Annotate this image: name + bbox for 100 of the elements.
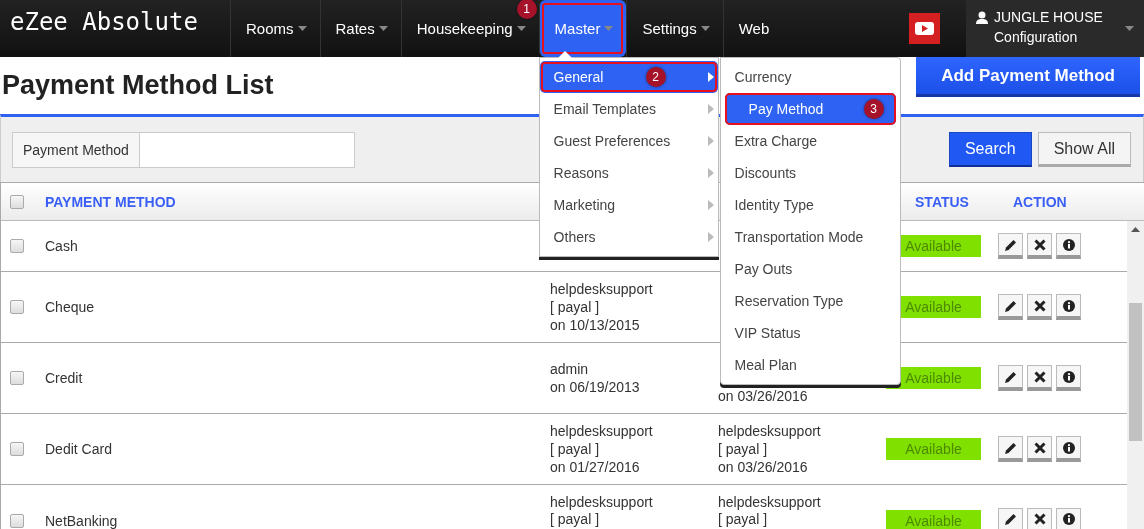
info-icon bbox=[1062, 370, 1075, 383]
info-icon bbox=[1062, 238, 1075, 251]
audit-text: helpdesksupport bbox=[718, 494, 821, 511]
audit-text: on 01/27/2016 bbox=[550, 458, 640, 476]
column-header: PAYMENT METHOD bbox=[45, 193, 177, 210]
pencil-icon bbox=[1004, 441, 1017, 454]
row-checkbox[interactable] bbox=[10, 239, 24, 253]
menu-item[interactable]: Extra Charge bbox=[720, 125, 900, 157]
caret-icon bbox=[1125, 26, 1134, 31]
audit-text: [ payal ] bbox=[550, 440, 600, 458]
audit-text: helpdesksupport bbox=[550, 494, 653, 511]
select-all-checkbox[interactable] bbox=[10, 194, 24, 209]
row-checkbox[interactable] bbox=[10, 513, 24, 528]
user-icon bbox=[976, 11, 988, 24]
audit-text: on 06/19/2013 bbox=[550, 378, 640, 396]
info-button[interactable] bbox=[1056, 294, 1081, 320]
nav-menu-item[interactable]: Rates bbox=[319, 0, 401, 57]
close-icon bbox=[1033, 370, 1046, 383]
audit-text: on 10/13/2015 bbox=[550, 316, 640, 334]
step-number-badge: 2 bbox=[645, 67, 666, 87]
menu-item[interactable]: Identity Type bbox=[720, 189, 900, 221]
menu-item[interactable]: General 2 bbox=[539, 61, 718, 93]
delete-button[interactable] bbox=[1027, 233, 1052, 259]
edit-button[interactable] bbox=[998, 436, 1023, 462]
row-checkbox[interactable] bbox=[10, 371, 24, 385]
submenu-arrow-icon bbox=[707, 168, 714, 178]
info-icon bbox=[1062, 441, 1075, 454]
column-header: STATUS bbox=[915, 193, 969, 210]
info-button[interactable] bbox=[1056, 436, 1081, 462]
scroll-up-arrow-icon[interactable] bbox=[1131, 227, 1140, 232]
menu-item[interactable]: VIP Status bbox=[720, 317, 900, 349]
audit-text: [ payal ] bbox=[550, 511, 600, 528]
edit-button[interactable] bbox=[998, 365, 1023, 391]
nav-menu-item[interactable]: Rooms bbox=[230, 0, 320, 57]
pencil-icon bbox=[1004, 299, 1017, 312]
pencil-icon bbox=[1004, 370, 1017, 383]
add-payment-method-button[interactable]: Add Payment Method bbox=[916, 57, 1140, 97]
payment-method-name: NetBanking bbox=[45, 512, 118, 529]
column-header: ACTION bbox=[1012, 193, 1068, 210]
info-icon bbox=[1062, 513, 1075, 525]
user-menu[interactable]: JUNGLE HOUSE Configuration bbox=[966, 0, 1144, 57]
audit-text: on 03/26/2016 bbox=[718, 387, 808, 405]
edit-button[interactable] bbox=[998, 507, 1023, 529]
hotel-name: JUNGLE HOUSE bbox=[994, 9, 1103, 25]
info-icon bbox=[1062, 299, 1075, 312]
close-icon bbox=[1033, 441, 1046, 454]
close-icon bbox=[1033, 513, 1046, 525]
menu-item[interactable]: Marketing bbox=[539, 189, 718, 221]
brand-logo: eZee Absolute bbox=[9, 7, 199, 38]
info-button[interactable] bbox=[1056, 507, 1081, 529]
info-button[interactable] bbox=[1056, 365, 1081, 391]
delete-button[interactable] bbox=[1027, 507, 1052, 529]
status-badge: Available bbox=[886, 438, 981, 460]
menu-item[interactable]: Others bbox=[539, 221, 718, 253]
user-role: Configuration bbox=[994, 29, 1079, 45]
audit-text: [ payal ] bbox=[718, 511, 768, 528]
step-number-badge: 1 bbox=[516, 0, 537, 19]
edit-button[interactable] bbox=[998, 294, 1023, 320]
nav-menu-item[interactable]: Web bbox=[722, 0, 783, 57]
submenu-arrow-icon bbox=[707, 200, 714, 210]
show-all-button[interactable]: Show All bbox=[1037, 132, 1131, 167]
menu-item[interactable]: Email Templates bbox=[539, 93, 718, 125]
nav-menu-item[interactable]: Settings bbox=[626, 0, 723, 57]
search-button[interactable]: Search bbox=[948, 132, 1032, 167]
step-number-badge: 3 bbox=[863, 99, 884, 119]
audit-text: helpdesksupport bbox=[550, 422, 653, 440]
menu-item[interactable]: Discounts bbox=[720, 157, 900, 189]
audit-text: [ payal ] bbox=[550, 298, 600, 316]
payment-method-field[interactable]: Payment Method bbox=[12, 131, 355, 168]
menu-item[interactable]: Currency bbox=[720, 61, 900, 93]
submenu-arrow-icon bbox=[707, 232, 714, 242]
pencil-icon bbox=[1004, 238, 1017, 251]
close-icon bbox=[1033, 299, 1046, 312]
page-title: Payment Method List bbox=[2, 70, 274, 101]
payment-method-name: Cheque bbox=[45, 299, 95, 315]
payment-method-name: Cash bbox=[45, 238, 78, 254]
payment-method-name: Credit bbox=[45, 370, 83, 386]
row-checkbox[interactable] bbox=[10, 442, 24, 456]
edit-button[interactable] bbox=[998, 233, 1023, 259]
delete-button[interactable] bbox=[1027, 294, 1052, 320]
payment-method-name: Dedit Card bbox=[45, 441, 112, 457]
submenu-arrow-icon bbox=[707, 104, 714, 114]
status-badge: Available bbox=[886, 509, 981, 529]
audit-text: on 03/26/2016 bbox=[718, 458, 808, 476]
video-play-icon[interactable] bbox=[909, 13, 940, 44]
menu-item[interactable]: Pay Method 3 bbox=[724, 93, 896, 125]
audit-text: helpdesksupport bbox=[550, 280, 653, 298]
scrollbar[interactable] bbox=[1127, 221, 1144, 529]
submenu-arrow-icon bbox=[707, 136, 714, 146]
pencil-icon bbox=[1004, 513, 1017, 525]
audit-text: helpdesksupport bbox=[718, 422, 821, 440]
delete-button[interactable] bbox=[1027, 436, 1052, 462]
delete-button[interactable] bbox=[1027, 365, 1052, 391]
audit-text: admin bbox=[550, 360, 589, 378]
row-checkbox[interactable] bbox=[10, 300, 24, 314]
info-button[interactable] bbox=[1056, 233, 1081, 259]
menu-item[interactable]: Guest Preferences bbox=[539, 125, 718, 157]
menu-item[interactable]: Reasons bbox=[539, 157, 718, 189]
submenu-arrow-icon bbox=[707, 72, 714, 82]
audit-text: [ payal ] bbox=[718, 440, 768, 458]
